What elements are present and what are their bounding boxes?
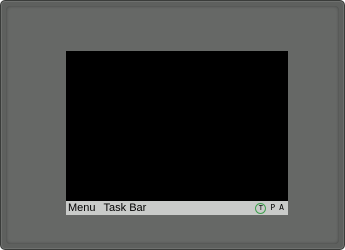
tray-a-icon[interactable]: A bbox=[279, 201, 284, 215]
task-bar: Menu Task Bar T P A bbox=[66, 201, 288, 215]
task-bar-label: Task Bar bbox=[103, 202, 147, 214]
display-screen: Menu Task Bar T P A bbox=[66, 51, 288, 215]
tray-p-icon[interactable]: P bbox=[270, 201, 275, 215]
tray-t-icon[interactable]: T bbox=[255, 202, 267, 214]
system-tray: T P A bbox=[255, 201, 288, 215]
device-frame: Menu Task Bar T P A bbox=[0, 0, 345, 250]
menu-button[interactable]: Menu bbox=[66, 201, 104, 215]
